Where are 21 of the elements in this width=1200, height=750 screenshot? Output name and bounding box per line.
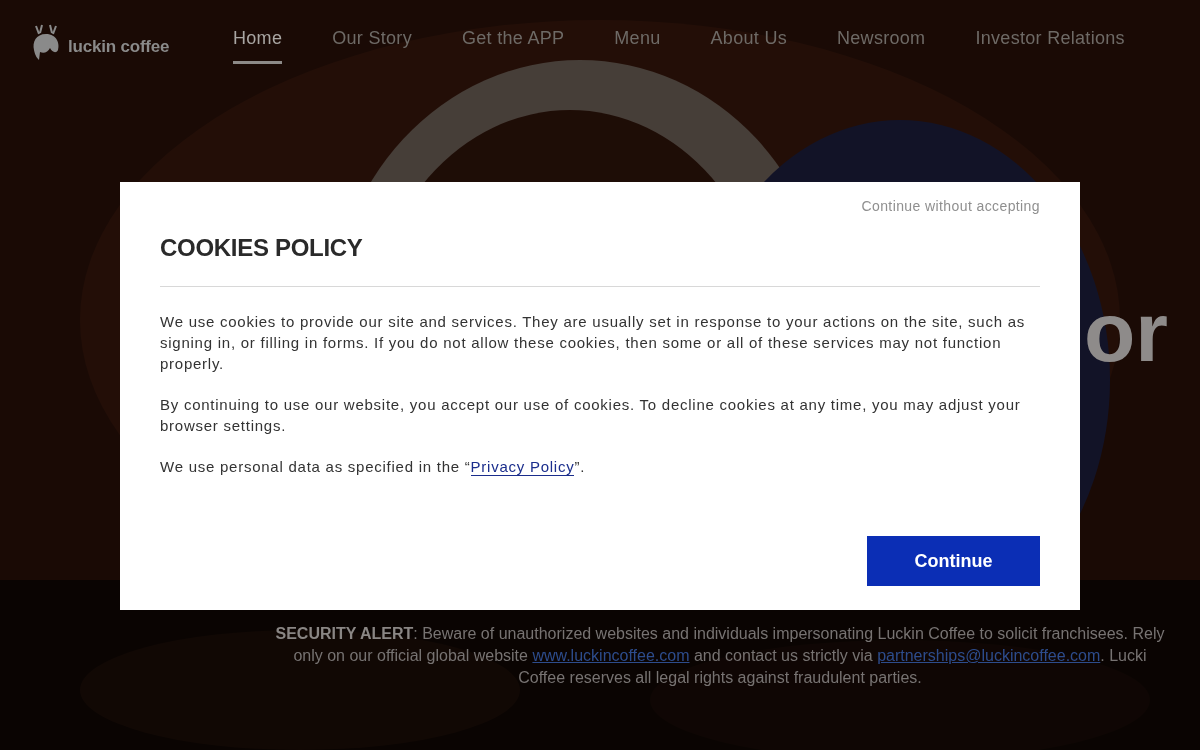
continue-button[interactable]: Continue <box>867 536 1040 586</box>
logo-text[interactable]: luckin coffee <box>68 37 170 57</box>
nav-link[interactable]: About Us <box>710 20 787 64</box>
privacy-policy-link[interactable]: Privacy Policy <box>470 458 575 476</box>
email-link[interactable]: www.luckincoffee.com <box>532 647 690 664</box>
security-alert-text: Coffee reserves all legal rights against fraudulent parties. <box>517 668 923 688</box>
policy-paragraph: By continuing to use our website, you accept our use of cookies. To decline cookies at any time, you may adjust your browser settings. <box>160 395 1022 436</box>
continue-without-accepting-link[interactable]: Continue without accepting <box>861 198 1040 214</box>
nav-link[interactable]: Home <box>233 20 283 64</box>
dialog-title: COOKIES POLICY <box>160 234 364 262</box>
policy-paragraph: We use cookies to provide our site and services. They are usually set in response to your actions on the site, such as signing in, or filling in forms. If you do not allow these cookies, then some or all of these services may not function properly. <box>160 312 1027 374</box>
nav-link[interactable]: Menu <box>614 20 661 64</box>
policy-paragraph: We use personal data as specified in the “Privacy Policy”. <box>160 457 587 477</box>
hero-heading: or <box>1084 290 1168 374</box>
nav-link[interactable]: Get the APP <box>461 20 565 64</box>
nav-link[interactable]: Newsroom <box>837 20 926 64</box>
security-alert-text: only on our official global website www.luckincoffee.com and contact us strictly via partnerships@luckincoffee.com. Lucki <box>292 646 1148 666</box>
nav-link[interactable]: Our Story <box>332 20 412 64</box>
security-alert-text: SECURITY ALERT: Beware of unauthorized websites and individuals impersonating Luckin Coffee to solicit franchisees. Rely <box>274 624 1166 644</box>
email-link[interactable]: partnerships@luckincoffee.com <box>877 647 1101 664</box>
nav-link[interactable]: Investor Relations <box>975 20 1125 64</box>
